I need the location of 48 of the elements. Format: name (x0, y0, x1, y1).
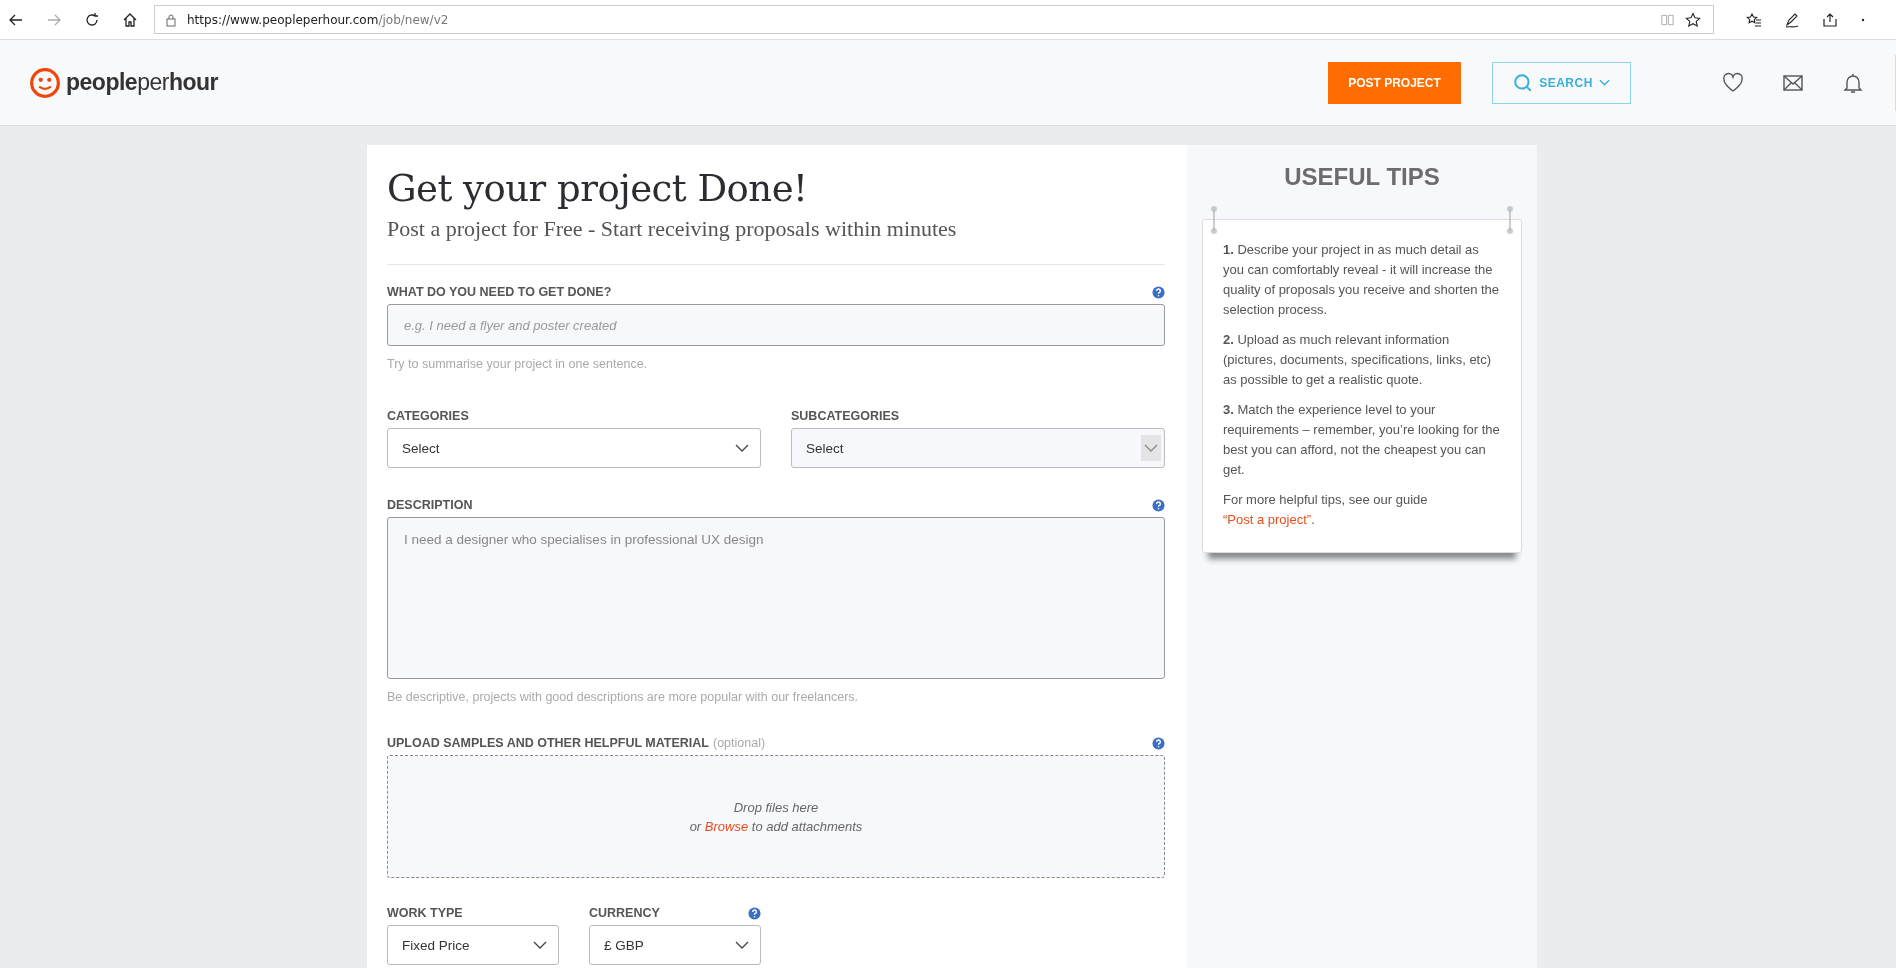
help-icon[interactable] (748, 906, 761, 920)
browse-text: or Browse to add attachments (689, 818, 863, 834)
address-bar[interactable]: https://www.peopleperhour.com/job/new/v2 (154, 5, 1714, 34)
tip-text: 2. Upload as much relevant information (pictures, documents, specifications, links, etc) as possible to get a realistic quote. (1223, 331, 1493, 389)
hint-text: Be descriptive, projects with good descriptions are more popular with our freelancers. (387, 690, 860, 704)
pin-icon (1506, 205, 1514, 235)
help-icon[interactable] (1152, 285, 1165, 299)
field-label: DESCRIPTION (387, 498, 473, 512)
tip-text: For more helpful tips, see our guide “Post a project”. (1223, 491, 1429, 529)
field-label: SUBCATEGORIES (791, 409, 901, 423)
share-icon[interactable] (1822, 11, 1838, 28)
field-label: CURRENCY (589, 906, 660, 920)
home-icon[interactable] (122, 11, 138, 28)
drop-text: Drop files here (733, 799, 819, 815)
pin-icon (1210, 205, 1218, 235)
field-label: UPLOAD SAMPLES AND OTHER HELPFUL MATERIAL (387, 736, 709, 750)
browse-link[interactable]: Browse (704, 818, 749, 834)
page-subtitle: Post a project for Free - Start receiving proposals within minutes (387, 216, 958, 242)
pen-icon[interactable] (1784, 11, 1800, 28)
logo-text[interactable]: peopleperhour (66, 69, 218, 96)
project-title-field[interactable]: e.g. I need a flyer and poster created (387, 304, 1165, 346)
file-drop-zone[interactable]: Drop files here or Browse to add attachments (387, 755, 1165, 878)
refresh-icon[interactable] (84, 11, 100, 28)
help-icon[interactable] (1152, 498, 1165, 512)
search-icon (1513, 72, 1534, 93)
select-dropdown: Select (791, 428, 1165, 468)
smiley-logo-icon (29, 66, 61, 99)
tip-text: 1. Describe your project in as much detail as you can comfortably reveal - it will increase the quality of proposals you receive and shorten the selection process. (1223, 241, 1501, 319)
tip-text: 3. Match the experience level to your requirements – remember, you’re looking for the best you can afford, not the cheapest you can get. (1223, 401, 1501, 479)
chevron-down-icon (1141, 435, 1161, 461)
help-icon[interactable] (1152, 736, 1165, 750)
select-dropdown[interactable]: Select (387, 428, 761, 468)
description-field[interactable]: I need a designer who specialises in professional UX design (387, 517, 1165, 679)
optional-note: (optional) (713, 736, 766, 750)
page-title: Get your project Done! (387, 167, 809, 210)
field-label: WORK TYPE (387, 906, 463, 920)
select-dropdown[interactable]: Fixed Price (387, 925, 559, 965)
select-dropdown[interactable]: £ GBP (589, 925, 761, 965)
guide-link[interactable]: “Post a project” (1223, 512, 1312, 527)
star-icon[interactable] (1685, 11, 1701, 28)
hint-text: Try to summarise your project in one sentence. (387, 357, 649, 371)
url-text: https://www.peopleperhour.com/job/new/v2 (187, 12, 449, 27)
chevron-down-icon (1598, 78, 1610, 87)
tips-title: USEFUL TIPS (1284, 163, 1440, 191)
field-label: CATEGORIES (387, 409, 470, 423)
lock-icon (165, 12, 177, 27)
favorites-icon[interactable] (1746, 11, 1762, 28)
field-label: WHAT DO YOU NEED TO GET DONE? (387, 285, 612, 299)
